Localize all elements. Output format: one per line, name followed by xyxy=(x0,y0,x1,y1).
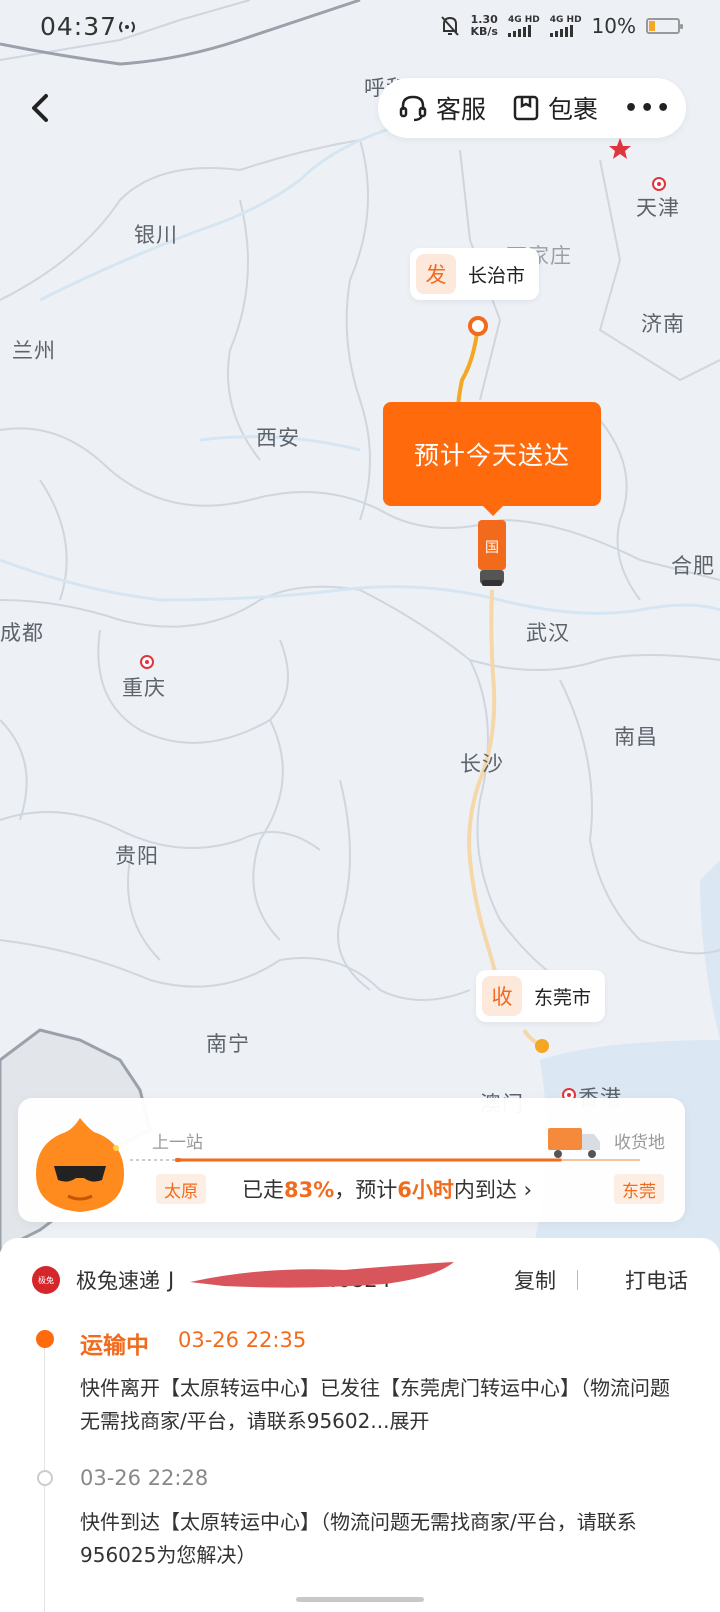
city-label: 兰州 xyxy=(12,339,56,363)
headset-icon xyxy=(399,95,427,122)
signal-2: 4G HD xyxy=(549,15,582,37)
more-button[interactable]: ••• xyxy=(624,96,672,121)
truck-icon: 国 xyxy=(478,520,506,586)
event-desc-text: 快件离开【太原转运中心】已发往【东莞虎门转运中心】（物流问题无需找商家/平台，请… xyxy=(80,1376,670,1433)
origin-marker[interactable]: 发 长治市 xyxy=(410,248,540,300)
network-speed: 1.30 KB/s xyxy=(470,14,497,38)
city-marker-icon xyxy=(652,177,666,191)
signal-bars-icon xyxy=(549,25,573,37)
city-label: 武汉 xyxy=(526,621,570,645)
destination-label: 收货地 xyxy=(614,1133,665,1153)
signal-1: 4G HD xyxy=(507,15,540,37)
city-label: 南昌 xyxy=(614,725,658,749)
city-label: 重庆 xyxy=(122,676,166,700)
city-label: 合肥 xyxy=(671,554,715,578)
divider xyxy=(577,1270,578,1290)
city-label: 天津 xyxy=(636,196,680,220)
timeline-dot xyxy=(37,1470,53,1486)
event-status: 运输中 xyxy=(80,1333,149,1359)
truck-small-icon xyxy=(548,1128,600,1158)
mascot-avatar xyxy=(36,1118,124,1212)
tracking-prefix: J xyxy=(168,1268,175,1292)
origin-badge: 发 xyxy=(416,254,456,294)
call-button[interactable]: 打电话 xyxy=(625,1265,688,1295)
signal-bars-icon xyxy=(507,25,531,37)
home-indicator[interactable] xyxy=(296,1597,424,1602)
destination-badge: 收 xyxy=(482,976,522,1016)
city-marker-icon xyxy=(140,655,154,669)
truck-logo: 国 xyxy=(485,540,499,556)
mute-bell-icon xyxy=(441,16,460,36)
package-icon xyxy=(513,95,539,121)
event-description: 快件离开【太原转运中心】已发往【东莞虎门转运中心】（物流问题无需找商家/平台，请… xyxy=(80,1372,680,1438)
status-right: 1.30 KB/s 4G HD 4G HD 10% xyxy=(440,14,683,38)
origin-city: 长治市 xyxy=(468,264,526,287)
event-description: 快件到达【太原转运中心】（物流问题无需找商家/平台，请联系956025为您解决） xyxy=(80,1510,637,1567)
progress-percent: 83% xyxy=(284,1178,335,1202)
map-view[interactable]: 呼和 天津 银川 石家庄 兰州 济南 西安 合肥 成都 武汉 重庆 南昌 长沙 … xyxy=(0,0,720,1290)
status-bar: 04:37 1.30 KB/s 4G HD 4G HD 10% xyxy=(0,0,720,56)
city-label: 南宁 xyxy=(206,1032,250,1056)
copy-button[interactable]: 复制 xyxy=(514,1265,556,1295)
back-icon[interactable] xyxy=(22,88,62,128)
city-label: 西安 xyxy=(256,426,300,450)
speed-unit: KB/s xyxy=(470,25,498,38)
progress-post: 内到达 › xyxy=(453,1178,532,1202)
signal-2-label: 4G HD xyxy=(549,15,582,25)
nav-pill: 客服 包裹 ••• xyxy=(378,78,686,138)
service-button[interactable]: 客服 xyxy=(398,90,486,126)
prev-station-chip: 太原 xyxy=(156,1174,206,1204)
expand-button[interactable]: 展开 xyxy=(389,1409,429,1433)
signal-1-label: 4G HD xyxy=(507,15,540,25)
courier-logo-icon: 极兔 xyxy=(32,1266,60,1294)
eta-bubble: 预计今天送达 xyxy=(383,402,601,516)
destination-marker[interactable]: 收 东莞市 xyxy=(476,970,606,1022)
progress-hours: 6小时 xyxy=(397,1178,454,1202)
package-label: 包裹 xyxy=(548,95,599,124)
courier-name: 极兔速递 xyxy=(76,1269,160,1293)
city-label: 成都 xyxy=(0,621,44,645)
event-time: 03-26 22:35 xyxy=(178,1328,307,1352)
destination-city: 东莞市 xyxy=(534,986,592,1009)
service-label: 客服 xyxy=(436,95,487,124)
progress-pre: 已走 xyxy=(242,1178,284,1202)
hotspot-icon xyxy=(119,21,135,33)
event-time: 03-26 22:28 xyxy=(80,1466,209,1490)
timeline-dot-active xyxy=(36,1330,54,1348)
status-time: 04:37 xyxy=(40,12,118,41)
tracking-sheet: 极兔 极兔速递 J40824 复制 打电话 运输中 03-26 22:35 快件… xyxy=(0,1238,720,1612)
city-label: 济南 xyxy=(641,312,685,336)
progress-mid: ，预计 xyxy=(334,1178,398,1202)
redaction-scribble xyxy=(190,1262,454,1288)
battery-percent: 10% xyxy=(591,14,636,38)
package-button[interactable]: 包裹 xyxy=(512,90,598,126)
prev-station-label: 上一站 xyxy=(152,1133,203,1153)
city-label: 长沙 xyxy=(460,752,504,776)
progress-text: 已走83%，预计6小时内到达 › xyxy=(242,1174,532,1204)
city-label: 银川 xyxy=(134,223,178,247)
progress-card[interactable]: 上一站 收货地 太原 已走83%，预计6小时内到达 › 东莞 xyxy=(18,1098,685,1222)
battery-icon xyxy=(646,18,683,34)
destination-chip: 东莞 xyxy=(614,1174,664,1204)
city-label: 贵阳 xyxy=(115,844,159,868)
